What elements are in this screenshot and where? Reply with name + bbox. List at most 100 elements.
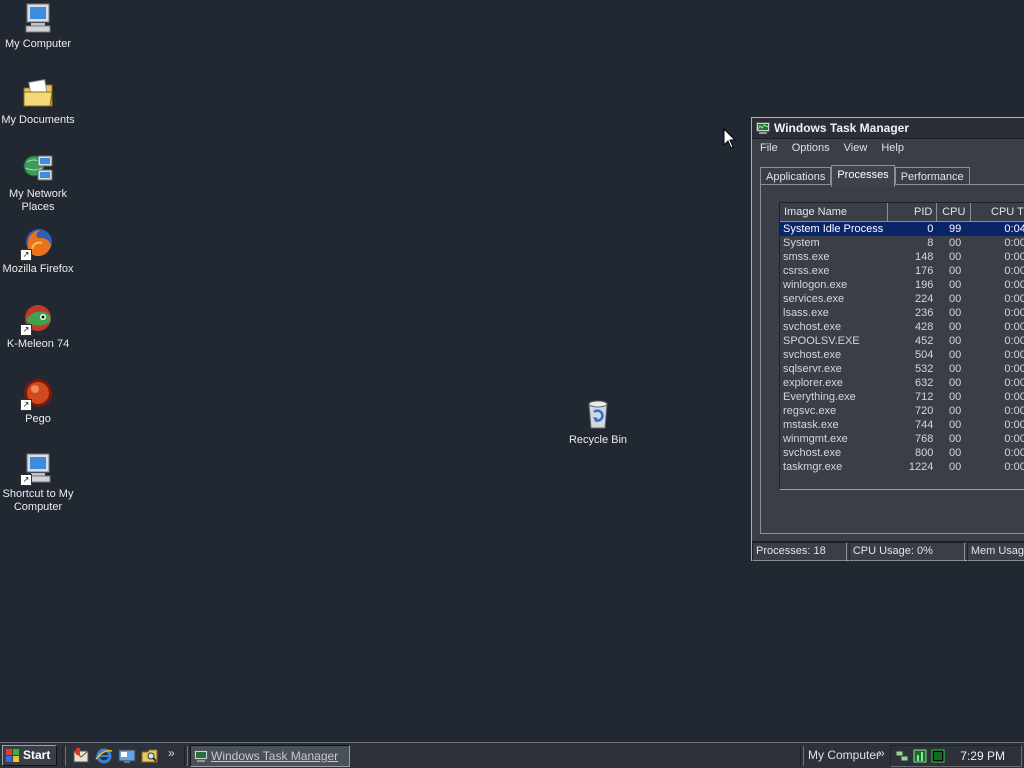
process-row[interactable]: System Idle Process 0 99 0:04:4	[780, 222, 1024, 236]
process-row[interactable]: lsass.exe 236 00 0:00:0	[780, 306, 1024, 320]
process-row[interactable]: winmgmt.exe 768 00 0:00:0	[780, 432, 1024, 446]
internet-explorer-icon[interactable]	[95, 747, 113, 765]
process-cpu-time: 0:00:0	[1004, 265, 1024, 277]
task-manager-window[interactable]: Windows Task Manager File Options View H…	[751, 117, 1024, 561]
process-row[interactable]: Everything.exe 712 00 0:00:0	[780, 390, 1024, 404]
start-label: Start	[23, 748, 51, 762]
desktop-icon-label: Recycle Bin	[568, 434, 628, 446]
network-tray-icon[interactable]	[895, 749, 909, 763]
taskbar-separator	[184, 746, 188, 766]
process-cpu: 00	[949, 349, 962, 361]
quicklaunch-more-button[interactable]: »	[168, 746, 175, 760]
desktop-icon-recycle-bin[interactable]: Recycle Bin	[560, 398, 636, 447]
process-row[interactable]: smss.exe 148 00 0:00:0	[780, 250, 1024, 264]
process-row[interactable]: taskmgr.exe 1224 00 0:00:0	[780, 460, 1024, 474]
process-row[interactable]: explorer.exe 632 00 0:00:0	[780, 376, 1024, 390]
process-rows: System Idle Process0990:04:4System8000:0…	[780, 222, 1024, 474]
desktop-icon-shortcut-to-my-computer[interactable]: ↗ Shortcut to My Computer	[0, 452, 76, 514]
process-cpu: 00	[949, 265, 962, 277]
menu-view[interactable]: View	[844, 142, 868, 154]
process-name: winlogon.exe	[783, 279, 848, 291]
tab-strip: Applications Processes Performance	[760, 165, 970, 187]
desktop-icon-label: Shortcut to My Computer	[2, 488, 74, 513]
shortcut-arrow-icon: ↗	[20, 474, 32, 486]
taskbar-separator	[800, 746, 804, 766]
status-bar: Processes: 18 CPU Usage: 0% Mem Usage	[752, 541, 1024, 561]
my-computer-icon: ↗	[20, 452, 54, 486]
cpu-meter-tray-icon[interactable]	[931, 749, 945, 763]
desktop-icon-my-computer[interactable]: My Computer	[0, 2, 76, 51]
process-cpu-time: 0:00:0	[1004, 237, 1024, 249]
desktop-icon-k-meleon[interactable]: ↗ K-Meleon 74	[0, 302, 76, 351]
process-row[interactable]: svchost.exe 428 00 0:00:0	[780, 320, 1024, 334]
address-toolbar-label[interactable]: My Computer	[808, 748, 880, 762]
process-cpu: 00	[949, 447, 962, 459]
process-row[interactable]: System 8 00 0:00:0	[780, 236, 1024, 250]
column-pid[interactable]: PID	[888, 203, 938, 221]
process-list[interactable]: Image Name PID CPU CPU Tim System Idle P…	[779, 202, 1024, 490]
process-row[interactable]: services.exe 224 00 0:00:0	[780, 292, 1024, 306]
process-pid: 768	[915, 433, 934, 445]
desktop-icon-my-documents[interactable]: My Documents	[0, 78, 76, 127]
process-name: svchost.exe	[783, 321, 842, 333]
task-manager-tray-icon[interactable]	[913, 749, 927, 763]
title-bar[interactable]: Windows Task Manager	[752, 118, 1024, 139]
address-toolbar-more-button[interactable]: »	[878, 746, 885, 760]
process-name: taskmgr.exe	[783, 461, 843, 473]
process-cpu-time: 0:00:0	[1004, 307, 1024, 319]
shortcut-arrow-icon: ↗	[20, 324, 32, 336]
process-row[interactable]: csrss.exe 176 00 0:00:0	[780, 264, 1024, 278]
process-pid: 720	[915, 405, 934, 417]
menu-options[interactable]: Options	[792, 142, 830, 154]
outlook-express-icon[interactable]	[72, 747, 90, 765]
process-pid: 0	[927, 223, 934, 235]
start-button[interactable]: Start	[2, 745, 57, 766]
process-pid: 236	[915, 307, 934, 319]
column-image-name[interactable]: Image Name	[780, 203, 888, 221]
process-name: explorer.exe	[783, 377, 843, 389]
firefox-icon: ↗	[20, 227, 54, 261]
desktop-icon-label: K-Meleon 74	[6, 338, 70, 350]
process-pid: 428	[915, 321, 934, 333]
column-cpu[interactable]: CPU	[937, 203, 972, 221]
menu-file[interactable]: File	[760, 142, 778, 154]
process-cpu-time: 0:00:0	[1004, 335, 1024, 347]
process-pid: 196	[915, 279, 934, 291]
desktop-icon-label: My Network Places	[8, 188, 68, 213]
process-pid: 800	[915, 447, 934, 459]
desktop-icon-pego[interactable]: ↗ Pego	[0, 377, 76, 426]
clock[interactable]: 7:29 PM	[960, 749, 1005, 763]
windows-flag-icon	[6, 749, 19, 762]
taskbar-button-task-manager[interactable]: Windows Task Manager	[190, 745, 350, 767]
process-cpu: 00	[949, 377, 962, 389]
explorer-search-icon[interactable]	[141, 747, 159, 765]
process-row[interactable]: svchost.exe 504 00 0:00:0	[780, 348, 1024, 362]
desktop-icon-my-network-places[interactable]: My Network Places	[0, 152, 76, 214]
process-cpu: 00	[949, 419, 962, 431]
process-row[interactable]: winlogon.exe 196 00 0:00:0	[780, 278, 1024, 292]
process-name: System	[783, 237, 820, 249]
desktop-icon-mozilla-firefox[interactable]: ↗ Mozilla Firefox	[0, 227, 76, 276]
show-desktop-icon[interactable]	[118, 747, 136, 765]
process-row[interactable]: SPOOLSV.EXE 452 00 0:00:0	[780, 334, 1024, 348]
menu-help[interactable]: Help	[881, 142, 904, 154]
process-row[interactable]: sqlservr.exe 532 00 0:00:0	[780, 362, 1024, 376]
process-pid: 532	[915, 363, 934, 375]
process-cpu-time: 0:00:0	[1004, 321, 1024, 333]
process-cpu-time: 0:00:0	[1004, 377, 1024, 389]
process-row[interactable]: svchost.exe 800 00 0:00:0	[780, 446, 1024, 460]
process-row[interactable]: mstask.exe 744 00 0:00:0	[780, 418, 1024, 432]
process-pid: 176	[915, 265, 934, 277]
process-cpu-time: 0:00:0	[1004, 293, 1024, 305]
process-name: mstask.exe	[783, 419, 839, 431]
process-row[interactable]: regsvc.exe 720 00 0:00:0	[780, 404, 1024, 418]
process-name: services.exe	[783, 293, 845, 305]
process-name: svchost.exe	[783, 349, 842, 361]
process-name: svchost.exe	[783, 447, 842, 459]
process-pid: 744	[915, 419, 934, 431]
tab-processes[interactable]: Processes	[831, 165, 895, 187]
process-name: lsass.exe	[783, 307, 829, 319]
column-cpu-time[interactable]: CPU Tim	[971, 203, 1024, 221]
process-list-header: Image Name PID CPU CPU Tim	[780, 203, 1024, 222]
status-cpu-usage: CPU Usage: 0%	[848, 542, 965, 561]
